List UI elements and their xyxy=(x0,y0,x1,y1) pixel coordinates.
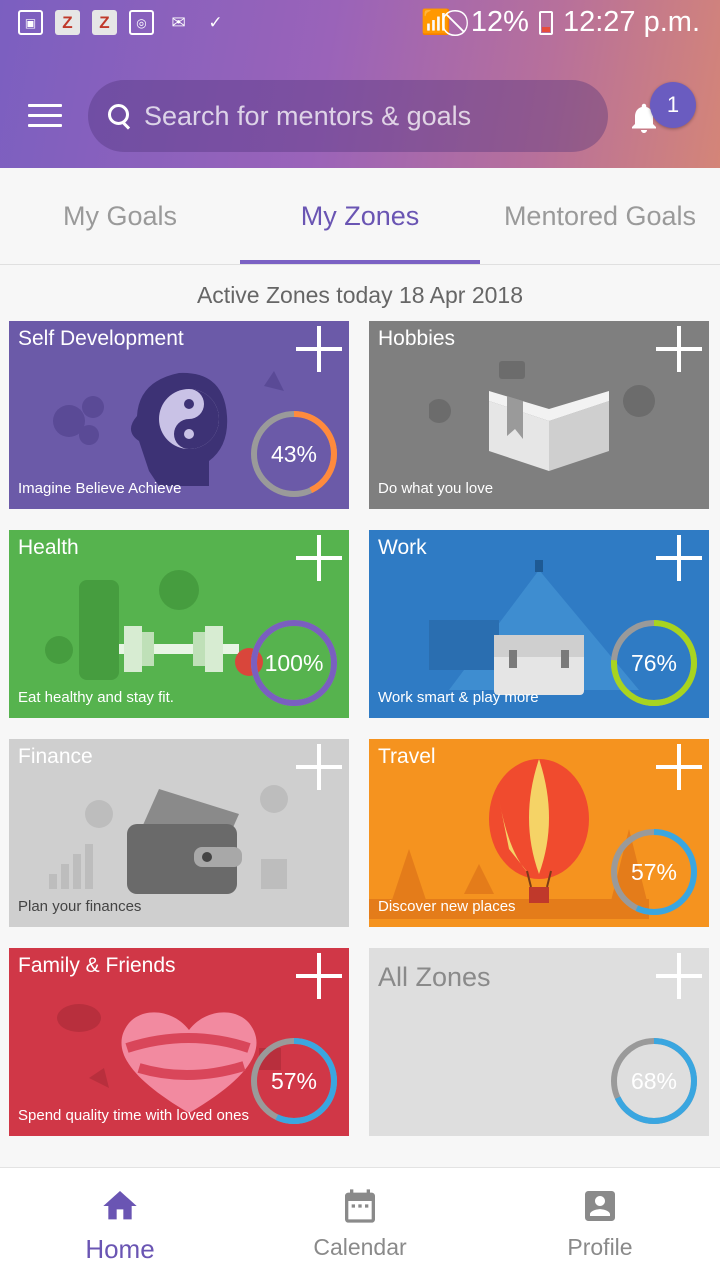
zone-card-health[interactable]: Health 100% Eat healthy and stay fit. xyxy=(9,530,349,718)
zone-card-finance[interactable]: Finance Plan your finances xyxy=(9,739,349,927)
zone-title: Family & Friends xyxy=(18,954,176,977)
home-icon xyxy=(103,1191,137,1220)
wifi-icon: 📶 xyxy=(421,9,451,36)
gallery-icon: ▣ xyxy=(18,10,43,35)
z-app-icon: Z xyxy=(92,10,117,35)
notification-icons: ▣ Z Z ◎ ✉ ✓ xyxy=(18,10,228,35)
zone-tagline: Plan your finances xyxy=(18,898,142,915)
zone-title: Finance xyxy=(18,745,93,768)
progress-ring: 43% xyxy=(249,409,339,499)
battery-percent: 12% xyxy=(470,6,529,38)
zone-tagline: Discover new places xyxy=(378,898,516,915)
outlook-icon: ◎ xyxy=(129,10,154,35)
zone-tagline: Spend quality time with loved ones xyxy=(18,1107,249,1124)
app-header: ▣ Z Z ◎ ✉ ✓ 📶 ⃠ 12% 12:27 p.m. xyxy=(0,0,720,168)
battery-icon xyxy=(538,10,553,35)
progress-percent: 76% xyxy=(630,649,678,676)
zone-card-family-friends[interactable]: Family & Friends 57% Spend quality time … xyxy=(9,948,349,1136)
zone-title: Hobbies xyxy=(378,327,456,350)
nav-label: Profile xyxy=(567,1234,633,1260)
wallet-icon xyxy=(49,785,288,894)
profile-icon xyxy=(585,1191,615,1221)
calendar-icon xyxy=(345,1189,375,1223)
add-goal-plus-icon[interactable] xyxy=(296,535,342,581)
add-goal-plus-icon[interactable] xyxy=(656,535,702,581)
tab-bar: My Goals My Zones Mentored Goals xyxy=(0,168,720,265)
tab-my-zones[interactable]: My Zones xyxy=(240,168,480,264)
progress-percent: 100% xyxy=(264,649,324,676)
z-app-icon: Z xyxy=(55,10,80,35)
tab-my-goals[interactable]: My Goals xyxy=(0,168,240,264)
open-book-icon xyxy=(429,361,655,471)
progress-percent: 43% xyxy=(270,440,318,467)
zone-card-all-zones[interactable]: All Zones 68% xyxy=(369,948,709,1136)
nav-profile[interactable]: Profile xyxy=(480,1168,720,1280)
add-goal-plus-icon[interactable] xyxy=(656,326,702,372)
progress-ring: 57% xyxy=(249,1036,339,1126)
zone-card-self-development[interactable]: Self Development 43% Imagine Believe Ach… xyxy=(9,321,349,509)
nav-home[interactable]: Home xyxy=(0,1168,240,1280)
progress-ring: 76% xyxy=(609,618,699,708)
clock: 12:27 p.m. xyxy=(562,6,700,38)
nav-calendar[interactable]: Calendar xyxy=(240,1168,480,1280)
progress-percent: 68% xyxy=(630,1067,678,1094)
add-goal-plus-icon[interactable] xyxy=(656,953,702,999)
zone-card-travel[interactable]: Travel 57% Discover new places xyxy=(369,739,709,927)
zone-tagline: Eat healthy and stay fit. xyxy=(18,689,174,706)
zone-tagline: Work smart & play more xyxy=(378,689,539,706)
search-bar[interactable] xyxy=(88,80,608,152)
zone-title: Self Development xyxy=(18,327,184,350)
zone-tagline: Do what you love xyxy=(378,480,494,497)
progress-ring: 57% xyxy=(609,827,699,917)
zone-title: Work xyxy=(378,536,427,559)
dumbbell-icon xyxy=(45,570,263,680)
system-status: 📶 ⃠ 12% 12:27 p.m. xyxy=(421,6,700,39)
search-icon xyxy=(106,102,134,130)
add-goal-plus-icon[interactable] xyxy=(656,744,702,790)
zone-card-work[interactable]: Work 76% Work smart & play more xyxy=(369,530,709,718)
bottom-navigation: Home Calendar Profile xyxy=(0,1167,720,1280)
progress-ring: 68% xyxy=(609,1036,699,1126)
nav-label: Calendar xyxy=(313,1234,407,1260)
zone-title: All Zones xyxy=(378,962,491,992)
add-goal-plus-icon[interactable] xyxy=(296,744,342,790)
notification-badge[interactable]: 1 xyxy=(650,82,696,128)
check-icon: ✓ xyxy=(208,12,223,32)
zone-title: Travel xyxy=(378,745,436,768)
zone-title: Health xyxy=(18,536,79,559)
add-goal-plus-icon[interactable] xyxy=(296,953,342,999)
menu-button[interactable] xyxy=(28,104,62,128)
progress-percent: 57% xyxy=(270,1067,318,1094)
progress-ring: 100% xyxy=(249,618,339,708)
progress-percent: 57% xyxy=(630,858,678,885)
hot-air-balloon-icon xyxy=(369,759,649,919)
add-goal-plus-icon[interactable] xyxy=(296,326,342,372)
app-screen: ▣ Z Z ◎ ✉ ✓ 📶 ⃠ 12% 12:27 p.m. xyxy=(0,0,720,1280)
active-zones-date: Active Zones today 18 Apr 2018 xyxy=(196,282,524,308)
status-bar: ▣ Z Z ◎ ✉ ✓ 📶 ⃠ 12% 12:27 p.m. xyxy=(0,0,720,50)
zone-tagline: Imagine Believe Achieve xyxy=(18,480,182,497)
mail-icon: ✉ xyxy=(171,12,186,32)
tab-mentored-goals[interactable]: Mentored Goals xyxy=(480,168,720,264)
search-input[interactable] xyxy=(144,100,574,132)
nav-label: Home xyxy=(85,1234,155,1264)
zone-card-hobbies[interactable]: Hobbies Do what you love xyxy=(369,321,709,509)
